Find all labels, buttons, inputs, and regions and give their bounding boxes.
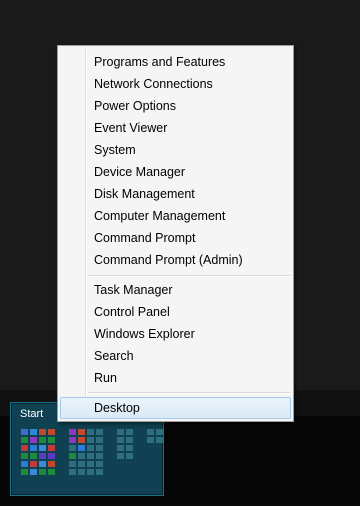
start-thumbnail-tiles-3 xyxy=(117,429,133,459)
power-user-menu: Programs and Features Network Connection… xyxy=(57,45,294,422)
menu-item-device-manager[interactable]: Device Manager xyxy=(60,161,291,183)
menu-item-event-viewer[interactable]: Event Viewer xyxy=(60,117,291,139)
menu-item-power-options[interactable]: Power Options xyxy=(60,95,291,117)
menu-item-command-prompt-admin[interactable]: Command Prompt (Admin) xyxy=(60,249,291,271)
menu-separator xyxy=(88,392,290,394)
menu-item-control-panel[interactable]: Control Panel xyxy=(60,301,291,323)
start-thumbnail-tiles-4 xyxy=(147,429,163,443)
start-thumbnail-tiles-1 xyxy=(21,429,55,475)
start-label: Start xyxy=(20,408,44,420)
menu-item-system[interactable]: System xyxy=(60,139,291,161)
menu-item-command-prompt[interactable]: Command Prompt xyxy=(60,227,291,249)
menu-item-search[interactable]: Search xyxy=(60,345,291,367)
menu-separator xyxy=(88,275,290,277)
menu-item-programs-and-features[interactable]: Programs and Features xyxy=(60,51,291,73)
menu-item-task-manager[interactable]: Task Manager xyxy=(60,279,291,301)
menu-item-windows-explorer[interactable]: Windows Explorer xyxy=(60,323,291,345)
start-thumbnail-tiles-2 xyxy=(69,429,103,475)
menu-item-run[interactable]: Run xyxy=(60,367,291,389)
menu-item-desktop[interactable]: Desktop xyxy=(60,397,291,419)
menu-item-network-connections[interactable]: Network Connections xyxy=(60,73,291,95)
menu-item-computer-management[interactable]: Computer Management xyxy=(60,205,291,227)
menu-item-disk-management[interactable]: Disk Management xyxy=(60,183,291,205)
